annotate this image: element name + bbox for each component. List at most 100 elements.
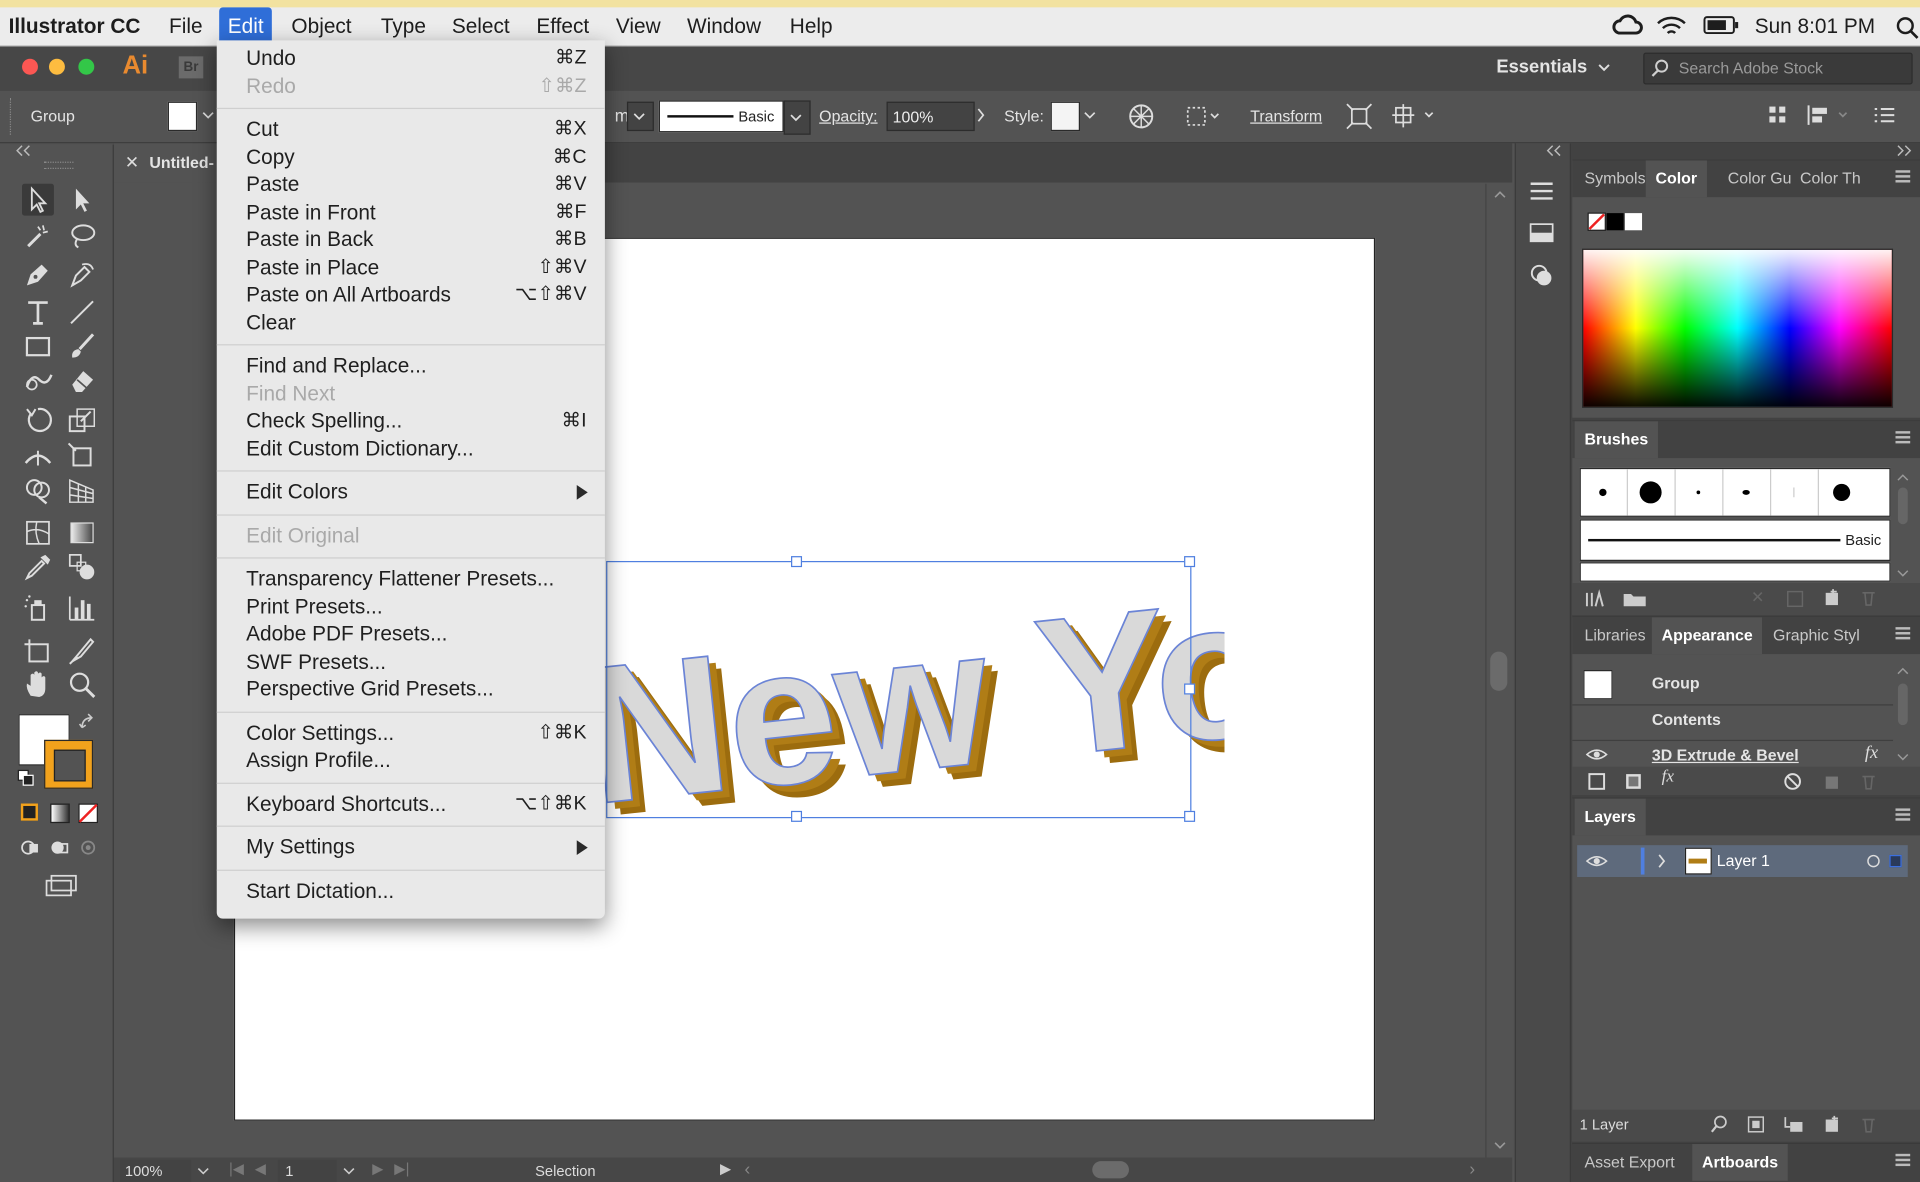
width-tool-icon[interactable]: [22, 441, 54, 473]
magic-wand-tool-icon[interactable]: [22, 220, 54, 252]
menu-item-assign-profile[interactable]: Assign Profile...: [246, 747, 391, 774]
menu-item-perspective-grid-presets[interactable]: Perspective Grid Presets...: [246, 676, 494, 703]
delete-brush-icon[interactable]: [1859, 588, 1879, 608]
slice-tool-icon[interactable]: [66, 634, 98, 666]
menu-item-undo[interactable]: Undo: [246, 45, 296, 72]
transparency-panel-icon[interactable]: [1528, 220, 1555, 244]
battery-icon[interactable]: [1703, 15, 1740, 37]
scroll-up-icon[interactable]: [1493, 189, 1508, 201]
menu-item-adobe-pdf-presets[interactable]: Adobe PDF Presets...: [246, 621, 447, 648]
color-panel-menu-icon[interactable]: [1895, 170, 1911, 183]
brushes-scrollbar[interactable]: [1896, 473, 1911, 583]
delete-item-icon[interactable]: [1859, 772, 1879, 792]
menu-item-cut[interactable]: Cut: [246, 116, 278, 143]
eyedropper-tool-icon[interactable]: [22, 551, 54, 583]
expand-layer-chevron-icon[interactable]: [1656, 853, 1668, 870]
bbox-handle-top-right[interactable]: [1184, 556, 1196, 568]
fill-swatch[interactable]: [167, 101, 198, 132]
perspective-grid-tool-icon[interactable]: [66, 475, 98, 507]
control-bar-menu-icon[interactable]: [1873, 105, 1895, 125]
free-transform-tool-icon[interactable]: [66, 441, 98, 473]
status-menu-arrow-icon[interactable]: ▶: [720, 1160, 731, 1177]
none-mode-icon[interactable]: [78, 803, 98, 824]
paintbrush-tool-icon[interactable]: [66, 331, 98, 363]
chevron-down-icon[interactable]: [342, 1165, 357, 1177]
chevron-right-icon[interactable]: [975, 108, 987, 123]
expand-dock-icon[interactable]: [1545, 145, 1562, 157]
stroke-weight-dropdown[interactable]: [626, 101, 654, 132]
align-panel-icon[interactable]: [1766, 103, 1790, 127]
menu-item-keyboard-shortcuts[interactable]: Keyboard Shortcuts...: [246, 791, 446, 818]
opacity-label[interactable]: Opacity:: [819, 107, 877, 125]
menu-view[interactable]: View: [607, 13, 669, 40]
brush-basic-row[interactable]: Basic: [1579, 519, 1891, 561]
mesh-tool-icon[interactable]: [22, 517, 54, 549]
appearance-row-contents[interactable]: Contents: [1652, 710, 1721, 728]
menu-item-find-and-replace[interactable]: Find and Replace...: [246, 353, 427, 380]
menu-item-paste-on-all-artboards[interactable]: Paste on All Artboards: [246, 282, 451, 309]
menu-item-edit-colors[interactable]: Edit Colors: [246, 479, 348, 506]
duplicate-item-icon[interactable]: [1822, 772, 1842, 792]
transform-link[interactable]: Transform: [1250, 107, 1322, 125]
column-graph-tool-icon[interactable]: [66, 593, 98, 625]
menu-item-check-spelling[interactable]: Check Spelling...: [246, 408, 402, 435]
collapse-tools-icon[interactable]: [15, 145, 32, 157]
clock[interactable]: Sun 8:01 PM: [1746, 13, 1883, 40]
bbox-handle-right[interactable]: [1184, 683, 1196, 695]
opacity-field[interactable]: 100%: [886, 101, 975, 132]
menu-item-swf-presets[interactable]: SWF Presets...: [246, 649, 386, 676]
spotlight-search-icon[interactable]: [1896, 16, 1920, 40]
menu-item-paste[interactable]: Paste: [246, 171, 299, 198]
eraser-tool-icon[interactable]: [66, 365, 98, 397]
clear-appearance-icon[interactable]: [1783, 772, 1803, 792]
menu-item-print-presets[interactable]: Print Presets...: [246, 593, 383, 620]
menu-item-paste-in-front[interactable]: Paste in Front: [246, 199, 376, 226]
brush-libraries-icon[interactable]: [1584, 589, 1608, 609]
tab-layers[interactable]: Layers: [1574, 798, 1646, 836]
appearance-row-3d-extrude[interactable]: 3D Extrude & Bevel: [1652, 746, 1799, 764]
artboards-panel-menu-icon[interactable]: [1895, 1153, 1911, 1167]
menu-item-clear[interactable]: Clear: [246, 309, 296, 336]
fx-icon[interactable]: fx: [1865, 743, 1878, 764]
hand-tool-icon[interactable]: [22, 669, 54, 701]
add-new-effect-icon[interactable]: fx: [1662, 768, 1674, 788]
stroke-color-box[interactable]: [44, 739, 94, 789]
zoom-window-button[interactable]: [78, 58, 95, 75]
bbox-handle-bottom[interactable]: [791, 810, 803, 822]
menu-item-my-settings[interactable]: My Settings: [246, 834, 355, 861]
last-artboard-icon[interactable]: ▶|: [394, 1160, 409, 1177]
create-new-layer-icon[interactable]: [1822, 1115, 1842, 1135]
layer-name[interactable]: Layer 1: [1717, 851, 1770, 869]
tab-color-themes[interactable]: Color Th: [1790, 160, 1870, 197]
menu-item-edit-custom-dictionary[interactable]: Edit Custom Dictionary...: [246, 435, 474, 462]
blend-tool-icon[interactable]: [66, 551, 98, 583]
default-fill-stroke-icon[interactable]: [17, 769, 37, 789]
wifi-icon[interactable]: [1656, 13, 1688, 37]
screen-mode-icon[interactable]: [44, 873, 78, 897]
curvature-tool-icon[interactable]: [66, 260, 98, 292]
chevron-down-icon[interactable]: [196, 1165, 211, 1177]
minimize-window-button[interactable]: [48, 58, 65, 75]
lasso-tool-icon[interactable]: [66, 220, 98, 252]
menu-item-paste-in-place[interactable]: Paste in Place: [246, 254, 379, 281]
bbox-handle-top[interactable]: [791, 556, 803, 568]
artboard-number-field[interactable]: 1: [277, 1159, 337, 1182]
draw-behind-icon[interactable]: [49, 838, 71, 858]
tab-appearance[interactable]: Appearance: [1651, 617, 1763, 655]
add-new-stroke-icon[interactable]: [1587, 772, 1607, 792]
bbox-handle-bottom-right[interactable]: [1184, 810, 1196, 822]
locate-object-icon[interactable]: [1709, 1115, 1729, 1135]
visibility-eye-icon[interactable]: [1585, 746, 1608, 763]
draw-normal-icon[interactable]: [20, 838, 42, 858]
menu-select[interactable]: Select: [443, 13, 518, 40]
fill-dropdown-chevron-icon[interactable]: [202, 109, 214, 121]
brush-swatches[interactable]: [1579, 467, 1891, 517]
create-sublayer-icon[interactable]: [1783, 1115, 1805, 1135]
tab-graphic-styles[interactable]: Graphic Styl: [1763, 617, 1869, 654]
bridge-button[interactable]: Br: [178, 56, 204, 79]
tab-libraries[interactable]: Libraries: [1575, 617, 1656, 654]
scale-tool-icon[interactable]: [66, 404, 98, 436]
selection-tool-icon[interactable]: [22, 183, 54, 216]
menu-effect[interactable]: Effect: [528, 13, 598, 40]
search-stock-field[interactable]: Search Adobe Stock: [1643, 52, 1913, 85]
